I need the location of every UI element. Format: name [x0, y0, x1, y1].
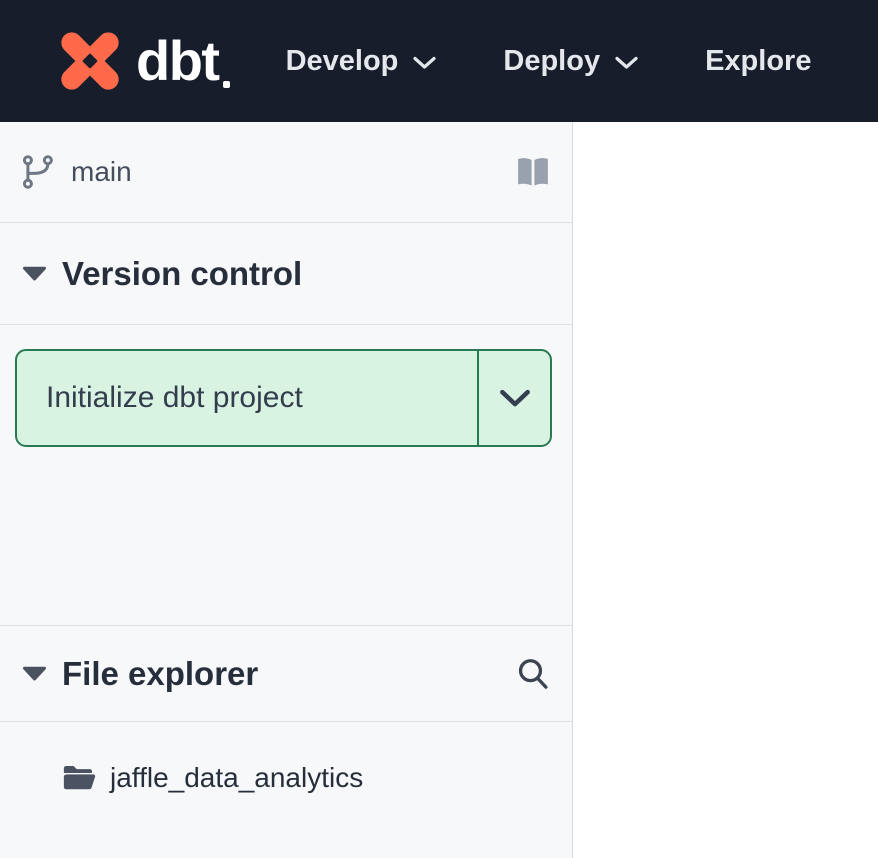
initialize-dbt-project-button[interactable]: Initialize dbt project [17, 351, 479, 445]
dbt-logo[interactable]: dbt [53, 24, 230, 98]
file-explorer-section-header[interactable]: File explorer [0, 626, 572, 722]
initialize-dbt-project-split-button: Initialize dbt project [15, 349, 552, 447]
nav-item-label: Develop [286, 45, 399, 78]
folder-name: jaffle_data_analytics [110, 762, 363, 794]
sidebar: main Version control Initialize dbt proj… [0, 122, 573, 858]
file-search-button[interactable] [515, 656, 550, 692]
version-control-panel: Initialize dbt project [0, 325, 572, 626]
top-navigation-bar: dbt Develop Deploy Explore [0, 0, 878, 122]
folder-item-jaffle-data-analytics[interactable]: jaffle_data_analytics [0, 756, 572, 800]
section-title: File explorer [62, 655, 258, 693]
nav-item-explore[interactable]: Explore [705, 45, 811, 78]
version-control-section-header[interactable]: Version control [0, 223, 572, 325]
editor-empty-area [573, 122, 878, 858]
caret-down-icon [22, 266, 47, 281]
logo-trademark-dot [223, 81, 230, 88]
nav-item-label: Explore [705, 45, 811, 78]
git-branch-icon [20, 153, 58, 191]
initialize-options-dropdown-button[interactable] [479, 351, 550, 445]
open-folder-icon [62, 764, 96, 792]
file-tree: jaffle_data_analytics [0, 722, 572, 858]
main-nav: Develop Deploy Explore [286, 45, 878, 78]
dbt-logo-text: dbt [136, 33, 219, 89]
chevron-down-icon [614, 56, 639, 70]
caret-down-icon [22, 666, 47, 681]
current-branch-name: main [71, 156, 132, 188]
docs-button[interactable] [514, 156, 552, 188]
ide-body: main Version control Initialize dbt proj… [0, 122, 878, 858]
nav-item-develop[interactable]: Develop [286, 45, 438, 78]
search-icon [515, 656, 550, 692]
section-title: Version control [62, 255, 302, 293]
dbt-logo-mark-icon [53, 24, 127, 98]
dbt-cloud-ide: dbt Develop Deploy Explore [0, 0, 878, 858]
nav-item-label: Deploy [503, 45, 600, 78]
branch-selector[interactable]: main [0, 122, 572, 223]
chevron-down-icon [412, 56, 437, 70]
nav-item-deploy[interactable]: Deploy [503, 45, 639, 78]
open-book-icon [514, 156, 552, 188]
chevron-down-icon [499, 389, 531, 408]
